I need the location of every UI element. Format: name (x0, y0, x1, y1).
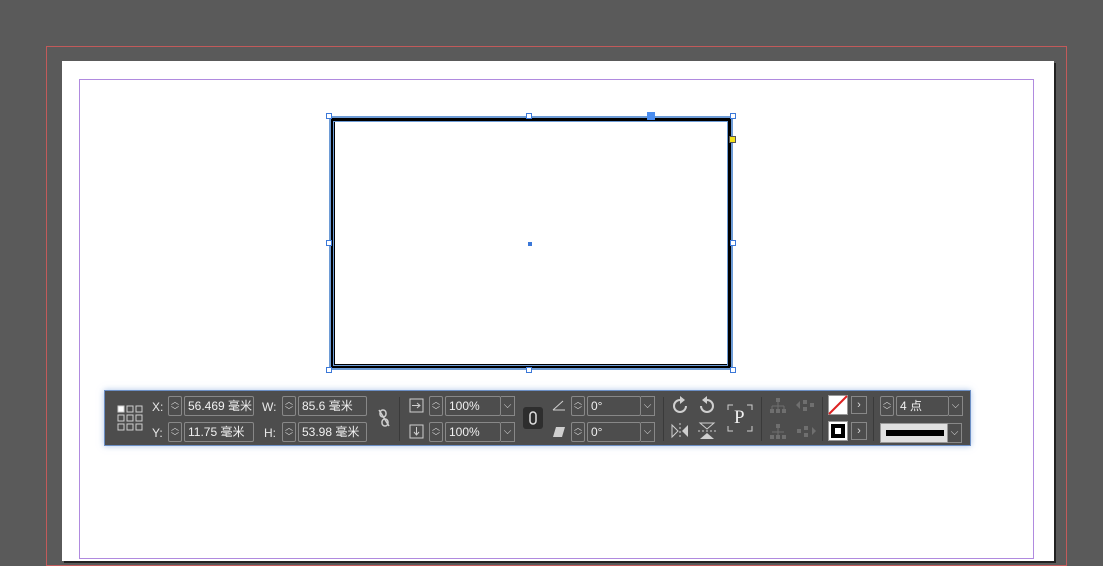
handle-bottom-center[interactable] (526, 367, 532, 373)
stroke-weight-dropdown[interactable]: ⌵ (949, 396, 963, 416)
paragraph-style-button[interactable]: P (727, 404, 753, 432)
scale-x-dropdown[interactable]: ⌵ (501, 396, 515, 416)
scale-y-dropdown[interactable]: ⌵ (501, 422, 515, 442)
select-previous-object-icon (796, 400, 814, 411)
handle-top-left[interactable] (326, 113, 332, 119)
frame-center-point[interactable] (528, 242, 532, 246)
reference-point-icon[interactable] (117, 405, 143, 431)
flip-horizontal-icon[interactable] (670, 422, 690, 440)
scale-x-icon (409, 398, 424, 413)
h-stepper[interactable]: ︿ ﹀ (282, 422, 296, 442)
rotate-cw-icon[interactable] (670, 396, 690, 416)
scale-x-stepper[interactable]: ︿ ﹀ (429, 396, 443, 416)
stroke-type-dropdown[interactable]: ⌵ (948, 423, 962, 443)
stroke-black-icon[interactable] (828, 421, 848, 441)
fill-swatch-dropdown[interactable]: › (851, 396, 867, 414)
scale-y-input[interactable]: 100% (445, 422, 501, 442)
handle-middle-right[interactable] (730, 240, 736, 246)
h-input[interactable]: 53.98 毫米 (298, 422, 367, 442)
stroke-weight-stepper[interactable]: ︿ ﹀ (880, 396, 894, 416)
handle-middle-left[interactable] (326, 240, 332, 246)
shear-stepper[interactable]: ︿ ﹀ (571, 422, 585, 442)
stroke-type-selector[interactable] (880, 423, 948, 443)
rotation-icon (552, 400, 565, 411)
x-input[interactable]: 56.469 毫米 (184, 396, 254, 416)
stroke-weight-input[interactable]: 4 点 (896, 396, 949, 416)
shear-icon (553, 427, 565, 437)
live-corners-handle[interactable] (729, 136, 736, 143)
scale-y-stepper[interactable]: ︿ ﹀ (429, 422, 443, 442)
flip-vertical-icon[interactable] (697, 422, 717, 440)
rotation-dropdown[interactable]: ⌵ (641, 396, 655, 416)
y-input[interactable]: 11.75 毫米 (184, 422, 254, 442)
y-stepper[interactable]: ︿ ﹀ (168, 422, 182, 442)
rotation-stepper[interactable]: ︿ ﹀ (571, 396, 585, 416)
handle-top-center[interactable] (526, 113, 532, 119)
select-container-icon (770, 398, 786, 413)
shear-dropdown[interactable]: ⌵ (641, 422, 655, 442)
y-label: Y: (152, 426, 163, 440)
handle-top-right[interactable] (730, 113, 736, 119)
w-input[interactable]: 85.6 毫米 (298, 396, 367, 416)
select-content-icon (770, 424, 786, 439)
w-stepper[interactable]: ︿ ﹀ (282, 396, 296, 416)
handle-bottom-left[interactable] (326, 367, 332, 373)
handle-bottom-right[interactable] (730, 367, 736, 373)
constrain-proportions-icon[interactable] (377, 408, 391, 428)
control-panel: X: ︿ ﹀ 56.469 毫米 Y: ︿ ﹀ 11.75 毫米 W: ︿ ﹀ 85.… (104, 390, 971, 446)
paragraph-style-letter: P (734, 407, 745, 428)
scale-x-input[interactable]: 100% (445, 396, 501, 416)
stroke-swatch-dropdown[interactable]: › (851, 422, 867, 440)
scale-y-icon (409, 424, 424, 439)
rotation-input[interactable]: 0° (587, 396, 641, 416)
x-label: X: (152, 400, 164, 414)
link-icon[interactable] (523, 407, 543, 429)
fill-none-icon[interactable] (828, 395, 848, 415)
rotate-ccw-icon[interactable] (697, 396, 717, 416)
w-label: W: (262, 400, 277, 414)
select-next-object-icon (797, 426, 816, 437)
h-label: H: (264, 426, 276, 440)
shear-input[interactable]: 0° (587, 422, 641, 442)
corner-options-handle[interactable] (647, 112, 655, 120)
x-stepper[interactable]: ︿ ﹀ (168, 396, 182, 416)
